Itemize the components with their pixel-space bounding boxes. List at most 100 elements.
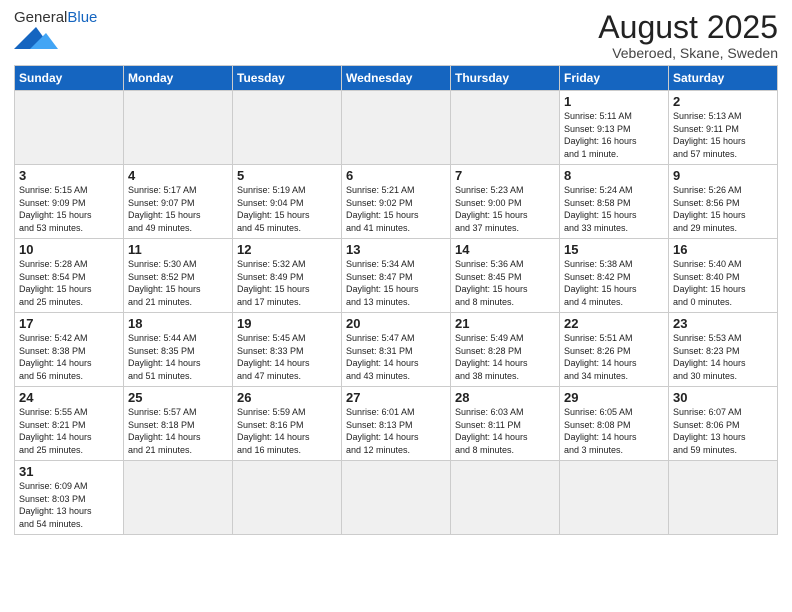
- table-row: [15, 91, 124, 165]
- table-row: 7Sunrise: 5:23 AM Sunset: 9:00 PM Daylig…: [451, 165, 560, 239]
- table-row: 11Sunrise: 5:30 AM Sunset: 8:52 PM Dayli…: [124, 239, 233, 313]
- day-info: Sunrise: 5:45 AM Sunset: 8:33 PM Dayligh…: [237, 332, 337, 382]
- day-number: 7: [455, 168, 555, 183]
- table-row: 19Sunrise: 5:45 AM Sunset: 8:33 PM Dayli…: [233, 313, 342, 387]
- day-number: 26: [237, 390, 337, 405]
- day-number: 21: [455, 316, 555, 331]
- table-row: [342, 461, 451, 535]
- table-row: 3Sunrise: 5:15 AM Sunset: 9:09 PM Daylig…: [15, 165, 124, 239]
- day-info: Sunrise: 5:23 AM Sunset: 9:00 PM Dayligh…: [455, 184, 555, 234]
- month-title: August 2025: [598, 10, 778, 45]
- day-info: Sunrise: 5:34 AM Sunset: 8:47 PM Dayligh…: [346, 258, 446, 308]
- col-saturday: Saturday: [669, 66, 778, 91]
- day-number: 11: [128, 242, 228, 257]
- day-number: 3: [19, 168, 119, 183]
- table-row: 14Sunrise: 5:36 AM Sunset: 8:45 PM Dayli…: [451, 239, 560, 313]
- day-number: 14: [455, 242, 555, 257]
- day-number: 17: [19, 316, 119, 331]
- day-number: 23: [673, 316, 773, 331]
- day-number: 15: [564, 242, 664, 257]
- day-number: 27: [346, 390, 446, 405]
- table-row: 9Sunrise: 5:26 AM Sunset: 8:56 PM Daylig…: [669, 165, 778, 239]
- table-row: [669, 461, 778, 535]
- table-row: [233, 91, 342, 165]
- table-row: 10Sunrise: 5:28 AM Sunset: 8:54 PM Dayli…: [15, 239, 124, 313]
- day-info: Sunrise: 5:17 AM Sunset: 9:07 PM Dayligh…: [128, 184, 228, 234]
- day-number: 4: [128, 168, 228, 183]
- day-number: 2: [673, 94, 773, 109]
- table-row: 23Sunrise: 5:53 AM Sunset: 8:23 PM Dayli…: [669, 313, 778, 387]
- table-row: 6Sunrise: 5:21 AM Sunset: 9:02 PM Daylig…: [342, 165, 451, 239]
- day-info: Sunrise: 5:49 AM Sunset: 8:28 PM Dayligh…: [455, 332, 555, 382]
- table-row: 25Sunrise: 5:57 AM Sunset: 8:18 PM Dayli…: [124, 387, 233, 461]
- table-row: 29Sunrise: 6:05 AM Sunset: 8:08 PM Dayli…: [560, 387, 669, 461]
- table-row: [124, 461, 233, 535]
- table-row: 8Sunrise: 5:24 AM Sunset: 8:58 PM Daylig…: [560, 165, 669, 239]
- table-row: [451, 91, 560, 165]
- day-number: 29: [564, 390, 664, 405]
- day-info: Sunrise: 5:32 AM Sunset: 8:49 PM Dayligh…: [237, 258, 337, 308]
- table-row: 30Sunrise: 6:07 AM Sunset: 8:06 PM Dayli…: [669, 387, 778, 461]
- day-info: Sunrise: 6:07 AM Sunset: 8:06 PM Dayligh…: [673, 406, 773, 456]
- day-number: 20: [346, 316, 446, 331]
- table-row: [342, 91, 451, 165]
- day-number: 28: [455, 390, 555, 405]
- col-monday: Monday: [124, 66, 233, 91]
- table-row: 26Sunrise: 5:59 AM Sunset: 8:16 PM Dayli…: [233, 387, 342, 461]
- day-number: 8: [564, 168, 664, 183]
- day-number: 24: [19, 390, 119, 405]
- calendar-header: Sunday Monday Tuesday Wednesday Thursday…: [15, 66, 778, 91]
- day-info: Sunrise: 6:05 AM Sunset: 8:08 PM Dayligh…: [564, 406, 664, 456]
- header: GeneralBlue August 2025 Veberoed, Skane,…: [14, 10, 778, 61]
- day-info: Sunrise: 5:21 AM Sunset: 9:02 PM Dayligh…: [346, 184, 446, 234]
- day-number: 25: [128, 390, 228, 405]
- table-row: [451, 461, 560, 535]
- day-info: Sunrise: 5:38 AM Sunset: 8:42 PM Dayligh…: [564, 258, 664, 308]
- table-row: 24Sunrise: 5:55 AM Sunset: 8:21 PM Dayli…: [15, 387, 124, 461]
- day-info: Sunrise: 6:03 AM Sunset: 8:11 PM Dayligh…: [455, 406, 555, 456]
- day-info: Sunrise: 5:53 AM Sunset: 8:23 PM Dayligh…: [673, 332, 773, 382]
- day-info: Sunrise: 5:42 AM Sunset: 8:38 PM Dayligh…: [19, 332, 119, 382]
- table-row: [233, 461, 342, 535]
- col-sunday: Sunday: [15, 66, 124, 91]
- day-info: Sunrise: 5:26 AM Sunset: 8:56 PM Dayligh…: [673, 184, 773, 234]
- table-row: 18Sunrise: 5:44 AM Sunset: 8:35 PM Dayli…: [124, 313, 233, 387]
- table-row: 13Sunrise: 5:34 AM Sunset: 8:47 PM Dayli…: [342, 239, 451, 313]
- day-info: Sunrise: 5:40 AM Sunset: 8:40 PM Dayligh…: [673, 258, 773, 308]
- table-row: 20Sunrise: 5:47 AM Sunset: 8:31 PM Dayli…: [342, 313, 451, 387]
- day-info: Sunrise: 5:51 AM Sunset: 8:26 PM Dayligh…: [564, 332, 664, 382]
- day-number: 9: [673, 168, 773, 183]
- day-number: 19: [237, 316, 337, 331]
- day-info: Sunrise: 5:28 AM Sunset: 8:54 PM Dayligh…: [19, 258, 119, 308]
- logo-blue: Blue: [67, 9, 97, 26]
- day-info: Sunrise: 5:44 AM Sunset: 8:35 PM Dayligh…: [128, 332, 228, 382]
- day-info: Sunrise: 6:09 AM Sunset: 8:03 PM Dayligh…: [19, 480, 119, 530]
- day-number: 30: [673, 390, 773, 405]
- day-number: 12: [237, 242, 337, 257]
- col-tuesday: Tuesday: [233, 66, 342, 91]
- day-info: Sunrise: 5:59 AM Sunset: 8:16 PM Dayligh…: [237, 406, 337, 456]
- table-row: 31Sunrise: 6:09 AM Sunset: 8:03 PM Dayli…: [15, 461, 124, 535]
- logo-icon: [14, 27, 64, 49]
- calendar: Sunday Monday Tuesday Wednesday Thursday…: [14, 65, 778, 535]
- table-row: 16Sunrise: 5:40 AM Sunset: 8:40 PM Dayli…: [669, 239, 778, 313]
- day-number: 13: [346, 242, 446, 257]
- table-row: 22Sunrise: 5:51 AM Sunset: 8:26 PM Dayli…: [560, 313, 669, 387]
- col-thursday: Thursday: [451, 66, 560, 91]
- day-info: Sunrise: 5:19 AM Sunset: 9:04 PM Dayligh…: [237, 184, 337, 234]
- logo-general: General: [14, 9, 67, 26]
- table-row: 1Sunrise: 5:11 AM Sunset: 9:13 PM Daylig…: [560, 91, 669, 165]
- day-number: 5: [237, 168, 337, 183]
- day-info: Sunrise: 5:13 AM Sunset: 9:11 PM Dayligh…: [673, 110, 773, 160]
- table-row: 17Sunrise: 5:42 AM Sunset: 8:38 PM Dayli…: [15, 313, 124, 387]
- table-row: 28Sunrise: 6:03 AM Sunset: 8:11 PM Dayli…: [451, 387, 560, 461]
- day-info: Sunrise: 5:57 AM Sunset: 8:18 PM Dayligh…: [128, 406, 228, 456]
- day-info: Sunrise: 5:24 AM Sunset: 8:58 PM Dayligh…: [564, 184, 664, 234]
- day-number: 18: [128, 316, 228, 331]
- day-info: Sunrise: 5:11 AM Sunset: 9:13 PM Dayligh…: [564, 110, 664, 160]
- day-info: Sunrise: 6:01 AM Sunset: 8:13 PM Dayligh…: [346, 406, 446, 456]
- table-row: 4Sunrise: 5:17 AM Sunset: 9:07 PM Daylig…: [124, 165, 233, 239]
- day-info: Sunrise: 5:47 AM Sunset: 8:31 PM Dayligh…: [346, 332, 446, 382]
- day-info: Sunrise: 5:55 AM Sunset: 8:21 PM Dayligh…: [19, 406, 119, 456]
- table-row: 27Sunrise: 6:01 AM Sunset: 8:13 PM Dayli…: [342, 387, 451, 461]
